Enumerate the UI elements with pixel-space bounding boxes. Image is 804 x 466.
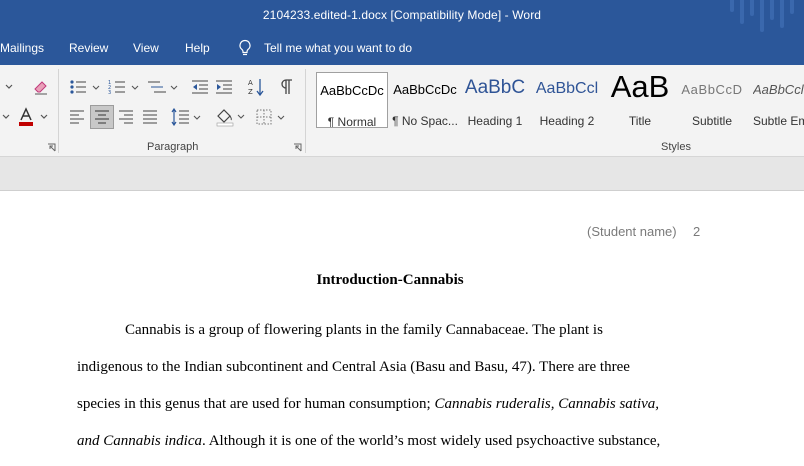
style-no-spacing[interactable]: AaBbCcDc ¶ No Spac... [389,72,461,128]
style-subtle-emphasis[interactable]: AaBbCcl Subtle Em [750,72,804,128]
style-name: Heading 1 [467,114,523,128]
body-line-3-text: species in this genus that are used for … [77,396,435,412]
style-sample: AaB [610,72,670,104]
align-center-icon [95,110,109,124]
ribbon-tab-bar: Mailings Review View Help Tell me what y… [0,32,804,65]
style-sample: AaBbCcl [535,80,599,97]
body-line-3-species: Cannabis ruderalis, Cannabis sativa, [434,396,660,412]
ribbon: 1 2 3 A Z Paragraph AaBbCcDc ¶ Normal Aa… [0,65,804,157]
tab-help[interactable]: Help [185,41,210,55]
multilevel-list-icon [148,81,178,93]
align-right-icon [119,110,133,124]
line-spacing-icon [171,108,201,126]
style-title[interactable]: AaB Title [604,72,676,128]
style-sample: AaBbCcl [753,82,804,97]
tell-me-search[interactable]: Tell me what you want to do [238,39,412,56]
show-marks-icon [281,79,292,94]
sort-button[interactable]: A Z [244,75,268,99]
numbering-icon: 1 2 3 [108,80,139,96]
clear-formatting-button[interactable] [30,76,52,98]
lightbulb-icon [239,39,251,56]
sort-icon: A Z [248,79,264,97]
chevron-down-icon [40,114,48,119]
svg-text:Z: Z [248,88,253,96]
increase-indent-icon [216,80,232,94]
numbering-button[interactable]: 1 2 3 [106,75,142,99]
line-spacing-button[interactable] [170,105,204,129]
font-color-dropdown[interactable] [38,106,50,128]
group-separator [305,69,306,153]
body-line-2: indigenous to the Indian subcontinent an… [77,359,630,375]
style-normal[interactable]: AaBbCcDc ¶ Normal [316,72,388,128]
body-line-4: and Cannabis indica. Although it is one … [77,433,660,450]
paragraph-dialog-launcher-icon[interactable] [293,143,302,152]
align-center-button[interactable] [90,105,114,129]
tab-mailings[interactable]: Mailings [0,41,44,55]
styles-group-label: Styles [661,141,691,153]
body-line-4-species: and Cannabis indica [77,433,203,449]
align-left-icon [70,110,84,124]
style-name: Subtle Em [753,114,804,128]
justify-icon [143,110,157,124]
svg-text:A: A [248,79,253,87]
style-name: ¶ No Spac... [392,114,458,128]
shading-button[interactable] [214,105,248,129]
style-heading-1[interactable]: AaBbC Heading 1 [459,72,531,128]
document-page[interactable]: (Student name) 2 Introduction-Cannabis C… [0,190,804,466]
clear-formatting-icon [34,81,47,95]
show-hide-marks-button[interactable] [276,75,298,99]
font-color-button[interactable] [14,105,38,129]
title-bar-decoration [724,0,804,32]
decrease-indent-button[interactable] [189,75,211,99]
document-title: Introduction-Cannabis [316,272,464,288]
window-title: 2104233.edited-1.docx [Compatibility Mod… [262,8,542,22]
tell-me-label: Tell me what you want to do [264,40,413,55]
bullets-icon [70,80,100,94]
chevron-down-icon [5,84,13,89]
svg-text:3: 3 [108,90,111,96]
bullets-button[interactable] [67,75,103,99]
header-page-number: 2 [693,224,701,239]
align-left-button[interactable] [66,105,88,129]
style-sample: AaBbCcDc [320,83,384,98]
font-dialog-launcher-icon[interactable] [47,143,56,152]
body-line-1: Cannabis is a group of flowering plants … [125,322,603,338]
paragraph-group-label: Paragraph [147,141,199,153]
document-background [0,157,804,190]
style-subtitle[interactable]: AaBbCcD Subtitle [676,72,748,128]
title-bar: 2104233.edited-1.docx [Compatibility Mod… [0,0,804,32]
chevron-down-icon [2,114,10,119]
style-sample: AaBbCcD [681,82,743,97]
borders-icon [256,109,285,125]
tab-review[interactable]: Review [69,41,108,55]
multilevel-list-button[interactable] [145,75,181,99]
body-line-4-text: . Although it is one of the world’s most… [202,433,661,449]
decrease-indent-icon [192,80,208,94]
shading-icon [216,109,245,127]
style-sample: AaBbC [464,77,526,98]
header-student-name: (Student name) [587,224,677,239]
style-sample: AaBbCcDc [393,82,457,97]
tab-view[interactable]: View [133,41,159,55]
font-dropdown-chevron-2[interactable] [0,106,12,128]
group-separator [58,69,59,153]
font-color-icon [19,107,33,126]
style-name: Heading 2 [539,114,595,128]
style-name: ¶ Normal [327,115,377,128]
align-right-button[interactable] [115,105,137,129]
borders-button[interactable] [254,105,288,129]
style-heading-2[interactable]: AaBbCcl Heading 2 [531,72,603,128]
font-dropdown-chevron[interactable] [0,76,18,98]
styles-gallery: AaBbCcDc ¶ Normal AaBbCcDc ¶ No Spac... … [314,70,804,130]
style-name: Subtitle [691,114,733,128]
increase-indent-button[interactable] [213,75,235,99]
body-line-3: species in this genus that are used for … [77,396,659,413]
justify-button[interactable] [139,105,161,129]
style-name: Title [628,114,652,128]
